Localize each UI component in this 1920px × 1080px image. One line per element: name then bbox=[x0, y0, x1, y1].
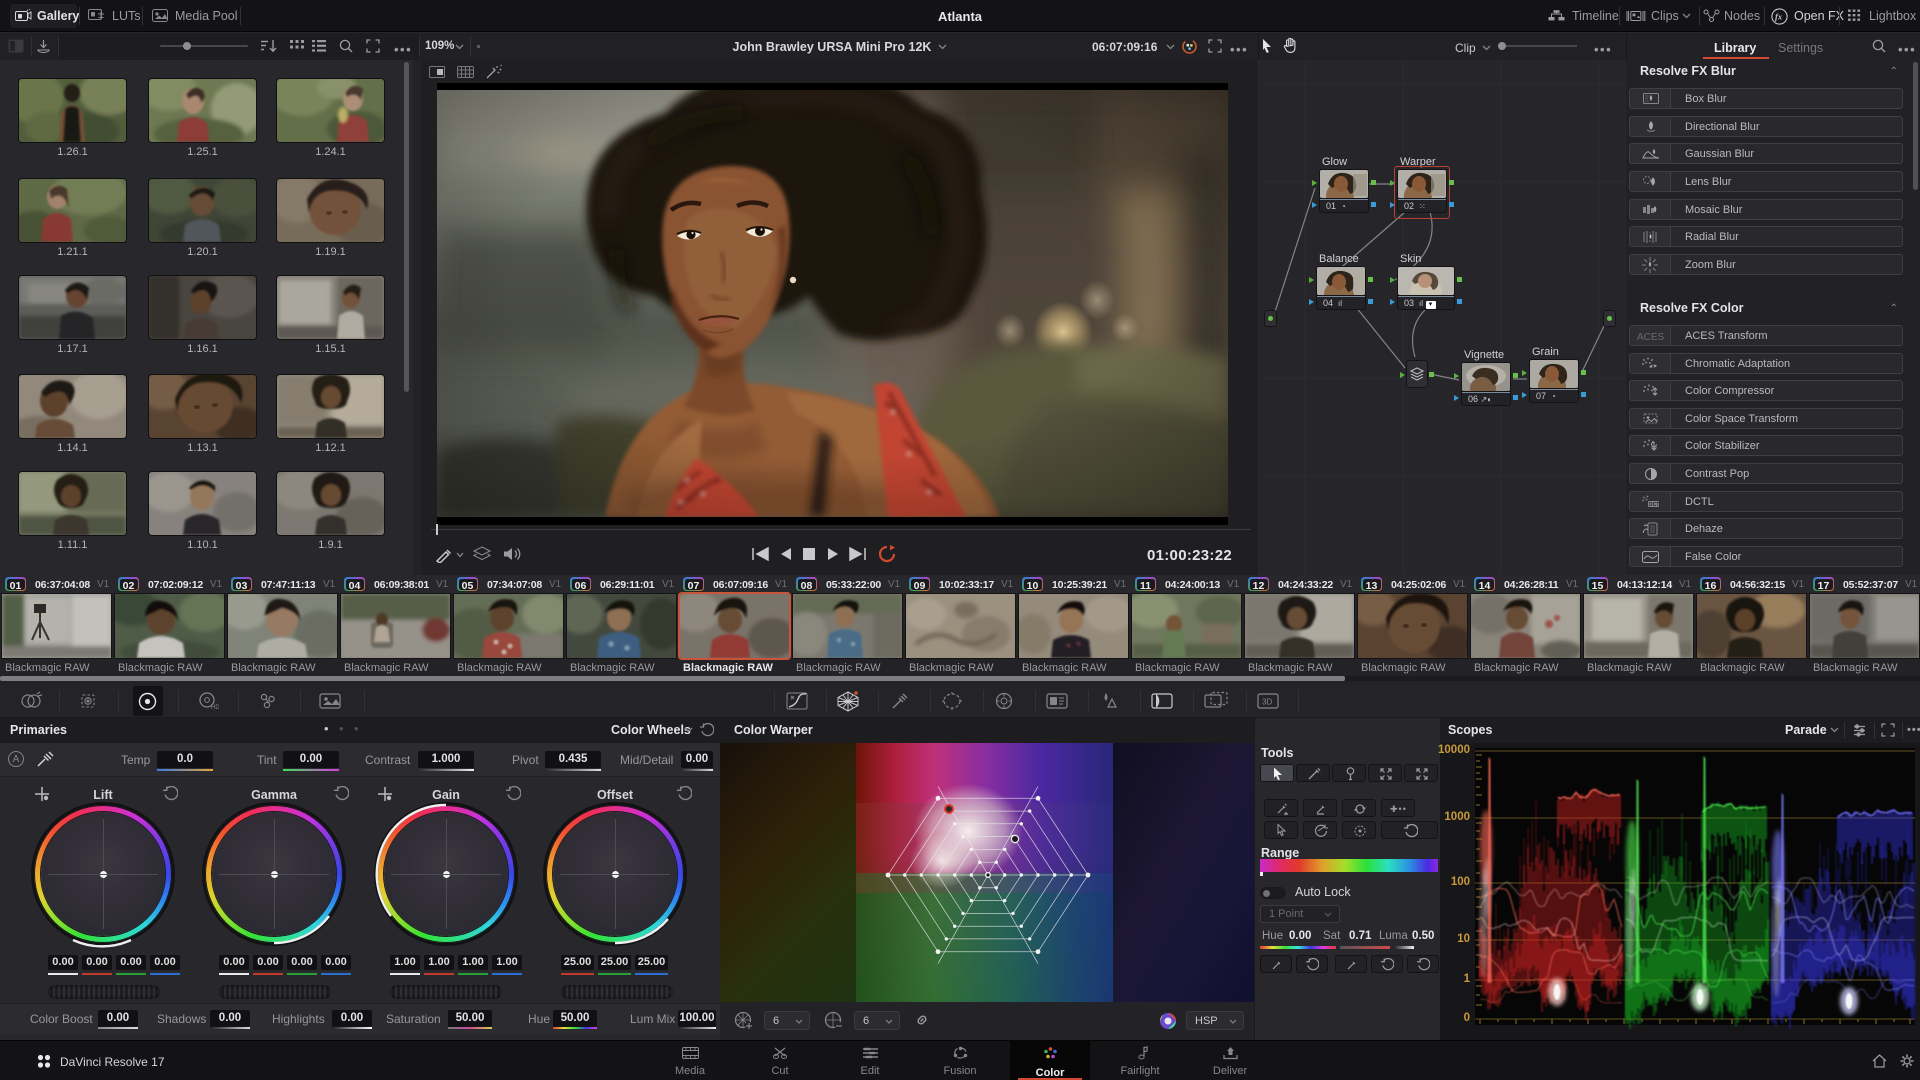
svg-text:HDR: HDR bbox=[211, 705, 219, 711]
svg-text:3D: 3D bbox=[1262, 698, 1272, 707]
svg-text:fx: fx bbox=[1775, 12, 1783, 22]
svg-text:DCTL: DCTL bbox=[1649, 502, 1660, 508]
svg-text:ACES: ACES bbox=[1637, 332, 1665, 341]
